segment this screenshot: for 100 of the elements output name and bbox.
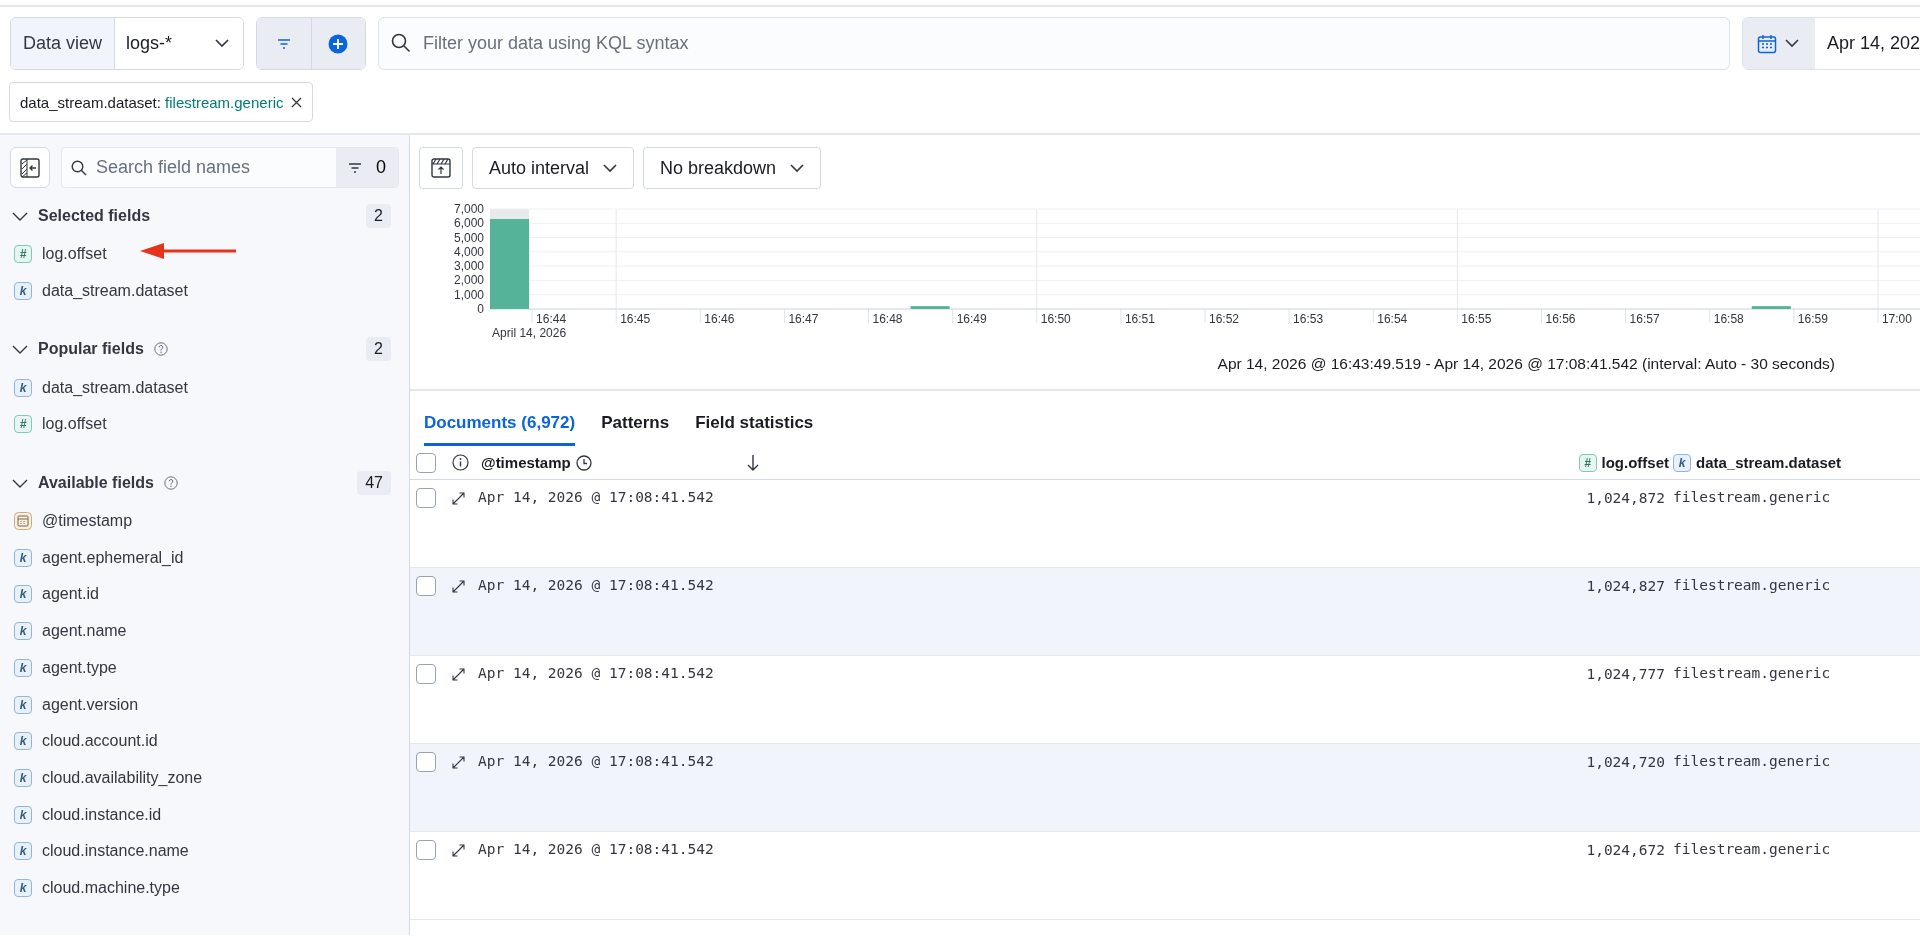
tab[interactable]: Field statistics	[695, 413, 814, 446]
field-count: 2	[366, 204, 391, 228]
field-name[interactable]: cloud.instance.id	[42, 805, 162, 824]
field-name[interactable]: cloud.availability_zone	[42, 768, 203, 787]
sort-arrow-icon[interactable]	[747, 453, 759, 472]
chevron-down-icon	[215, 39, 229, 48]
close-icon[interactable]	[291, 96, 303, 108]
field-name[interactable]: data_stream.dataset	[42, 378, 188, 397]
field-count: 47	[357, 470, 391, 495]
field-type-icon: k	[14, 548, 32, 567]
table-cell-text: Apr 14, 2026 @ 17:08:41.542	[478, 576, 714, 593]
row-checkbox[interactable]	[416, 664, 436, 684]
row-checkbox[interactable]	[416, 752, 436, 772]
field-type-icon: k	[14, 695, 32, 714]
axis-label: 16:52	[1209, 312, 1240, 326]
field-name[interactable]: cloud.instance.name	[42, 842, 189, 861]
field-type-icon: k	[14, 622, 32, 641]
axis-label: 16:54	[1377, 312, 1408, 326]
add-filter-button[interactable]	[310, 18, 365, 69]
row-checkbox[interactable]	[416, 488, 436, 508]
axis-label: 5,000	[453, 230, 484, 245]
column-header[interactable]: log.offset	[1601, 454, 1669, 471]
table-cell-text: 1,024,672	[1585, 841, 1666, 858]
field-name[interactable]: agent.id	[42, 585, 99, 604]
breakdown-dropdown[interactable]: No breakdown	[643, 147, 822, 189]
calendar-icon	[14, 512, 32, 531]
field-type-icon: k	[14, 768, 32, 787]
chevron-down-icon	[603, 163, 618, 173]
chevron-down-icon	[1785, 39, 1799, 48]
axis-label: 16:51	[1124, 312, 1155, 326]
axis-label: 16:59	[1797, 312, 1828, 326]
field-name[interactable]: log.offset	[42, 245, 107, 264]
axis-label: 6,000	[453, 216, 484, 231]
table-cell-text: 1,024,720	[1585, 753, 1666, 770]
chevron-down-icon	[790, 163, 805, 173]
date-quick-menu-button[interactable]	[1743, 18, 1815, 69]
table-cell-text: Apr 14, 2026 @ 17:08:41.542	[478, 752, 714, 769]
axis-label: 16:53	[1293, 312, 1324, 326]
table-cell-text: 1,024,872	[1585, 489, 1666, 506]
info-icon[interactable]	[452, 454, 469, 471]
filter-icon	[348, 162, 362, 173]
field-name[interactable]: data_stream.dataset	[42, 282, 188, 301]
table-cell-text: Apr 14, 2026 @ 17:08:41.542	[478, 488, 714, 505]
field-filter-button[interactable]: 0	[336, 148, 398, 187]
chart-options-button[interactable]	[419, 147, 463, 189]
table-cell-text: filestream.generic	[1673, 576, 1831, 593]
axis-label: 16:46	[704, 312, 735, 326]
field-type-icon: #	[14, 245, 32, 264]
field-type-icon: #	[1578, 453, 1597, 472]
clock-icon	[575, 454, 592, 471]
section-title: Selected fields	[38, 207, 151, 225]
help-icon[interactable]	[153, 342, 168, 357]
expand-icon[interactable]	[452, 580, 465, 593]
tab[interactable]: Documents (6,972)	[424, 413, 576, 446]
field-name[interactable]: agent.ephemeral_id	[42, 548, 184, 567]
help-icon[interactable]	[163, 475, 178, 490]
filter-pill[interactable]: data_stream.dataset: filestream.generic	[9, 82, 314, 122]
table-cell-text: 1,024,777	[1585, 665, 1666, 682]
field-type-icon: k	[14, 842, 32, 861]
tab[interactable]: Patterns	[601, 413, 670, 446]
field-name[interactable]: agent.version	[42, 695, 139, 714]
histogram-bar[interactable]	[490, 219, 530, 309]
filter-icon	[276, 38, 291, 49]
data-view-label: Data view	[11, 18, 116, 69]
field-count: 2	[366, 337, 391, 362]
query-input[interactable]: Filter your data using KQL syntax	[378, 17, 1730, 70]
field-type-icon: k	[14, 805, 32, 824]
field-type-icon: #	[14, 415, 32, 434]
axis-label: 16:58	[1713, 312, 1744, 326]
expand-icon[interactable]	[452, 756, 465, 769]
field-name[interactable]: agent.name	[42, 622, 127, 641]
row-checkbox[interactable]	[416, 840, 436, 860]
axis-label: 16:45	[620, 312, 651, 326]
axis-label: 16:48	[872, 312, 903, 326]
table-cell-text: filestream.generic	[1673, 752, 1831, 769]
column-header[interactable]: data_stream.dataset	[1696, 454, 1842, 471]
field-type-icon: k	[14, 878, 32, 897]
field-name[interactable]: cloud.machine.type	[42, 878, 180, 897]
field-type-icon: k	[14, 732, 32, 751]
axis-label: 3,000	[453, 259, 484, 274]
table-cell-text: Apr 14, 2026 @ 17:08:41.542	[478, 840, 714, 857]
interval-dropdown[interactable]: Auto interval	[472, 147, 635, 189]
expand-icon[interactable]	[452, 844, 465, 857]
table-cell-text: Apr 14, 2026 @ 17:08:41.542	[478, 664, 714, 681]
expand-icon[interactable]	[452, 668, 465, 681]
field-name[interactable]: agent.type	[42, 658, 117, 677]
section-title: Available fields	[38, 473, 154, 492]
search-icon	[71, 160, 87, 176]
axis-label: 16:56	[1545, 312, 1576, 326]
panel-collapse-icon	[20, 157, 40, 178]
field-name[interactable]: log.offset	[42, 415, 107, 434]
select-all-checkbox[interactable]	[416, 452, 436, 473]
field-name[interactable]: @timestamp	[42, 512, 133, 531]
expand-icon[interactable]	[452, 492, 465, 505]
column-header[interactable]: @timestamp	[481, 454, 571, 471]
collapse-sidebar-button[interactable]	[10, 147, 50, 188]
field-name[interactable]: cloud.account.id	[42, 732, 158, 751]
axis-label: 2,000	[453, 273, 484, 288]
row-checkbox[interactable]	[416, 576, 436, 596]
search-icon	[391, 33, 411, 53]
